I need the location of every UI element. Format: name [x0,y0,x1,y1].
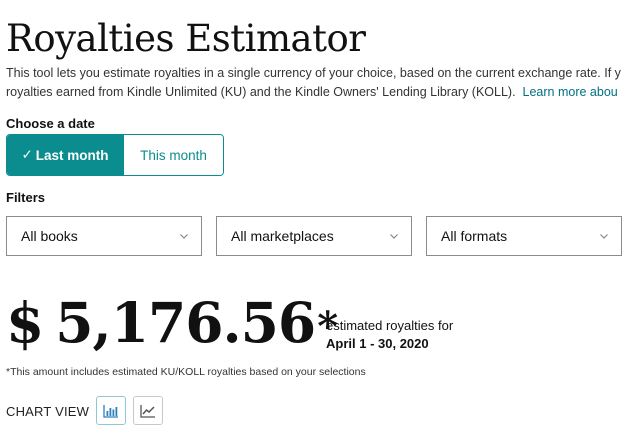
line-chart-icon [140,404,155,418]
description-text: royalties earned from Kindle Unlimited (… [6,85,516,99]
this-month-button[interactable]: This month [123,135,223,175]
books-filter-value: All books [21,228,78,244]
chevron-down-icon [180,234,188,239]
marketplaces-filter-value: All marketplaces [231,228,334,244]
page-title: Royalties Estimator [6,17,366,60]
bar-chart-icon [103,404,118,418]
last-month-label: Last month [35,147,109,163]
checkmark-icon: ✓ [21,147,33,162]
date-toggle: ✓ Last month This month [6,134,224,176]
estimate-footnote: *This amount includes estimated KU/KOLL … [6,366,366,378]
amount-value: 5,176.56 [55,290,316,355]
chevron-down-icon [600,234,608,239]
line-chart-view-button[interactable] [133,396,163,425]
last-month-button[interactable]: ✓ Last month [7,135,123,175]
chart-view-label: CHART VIEW [6,404,90,419]
formats-filter-value: All formats [441,228,508,244]
description-line-1: This tool lets you estimate royalties in… [6,66,621,80]
formats-filter-select[interactable]: All formats [426,216,622,256]
marketplaces-filter-select[interactable]: All marketplaces [216,216,412,256]
filters-label: Filters [6,190,46,205]
bar-chart-view-button[interactable] [96,396,126,425]
currency-symbol: $ [6,290,44,355]
learn-more-link[interactable]: Learn more abou [523,85,618,99]
estimate-label: estimated royalties for [326,318,454,333]
estimated-royalties-amount: $5,176.56* [6,288,338,358]
this-month-label: This month [140,147,207,163]
books-filter-select[interactable]: All books [6,216,202,256]
chevron-down-icon [390,234,398,239]
estimate-period: April 1 - 30, 2020 [326,336,429,351]
page-description: This tool lets you estimate royalties in… [6,64,633,102]
choose-date-label: Choose a date [6,116,95,131]
description-line-2: royalties earned from Kindle Unlimited (… [6,83,633,102]
